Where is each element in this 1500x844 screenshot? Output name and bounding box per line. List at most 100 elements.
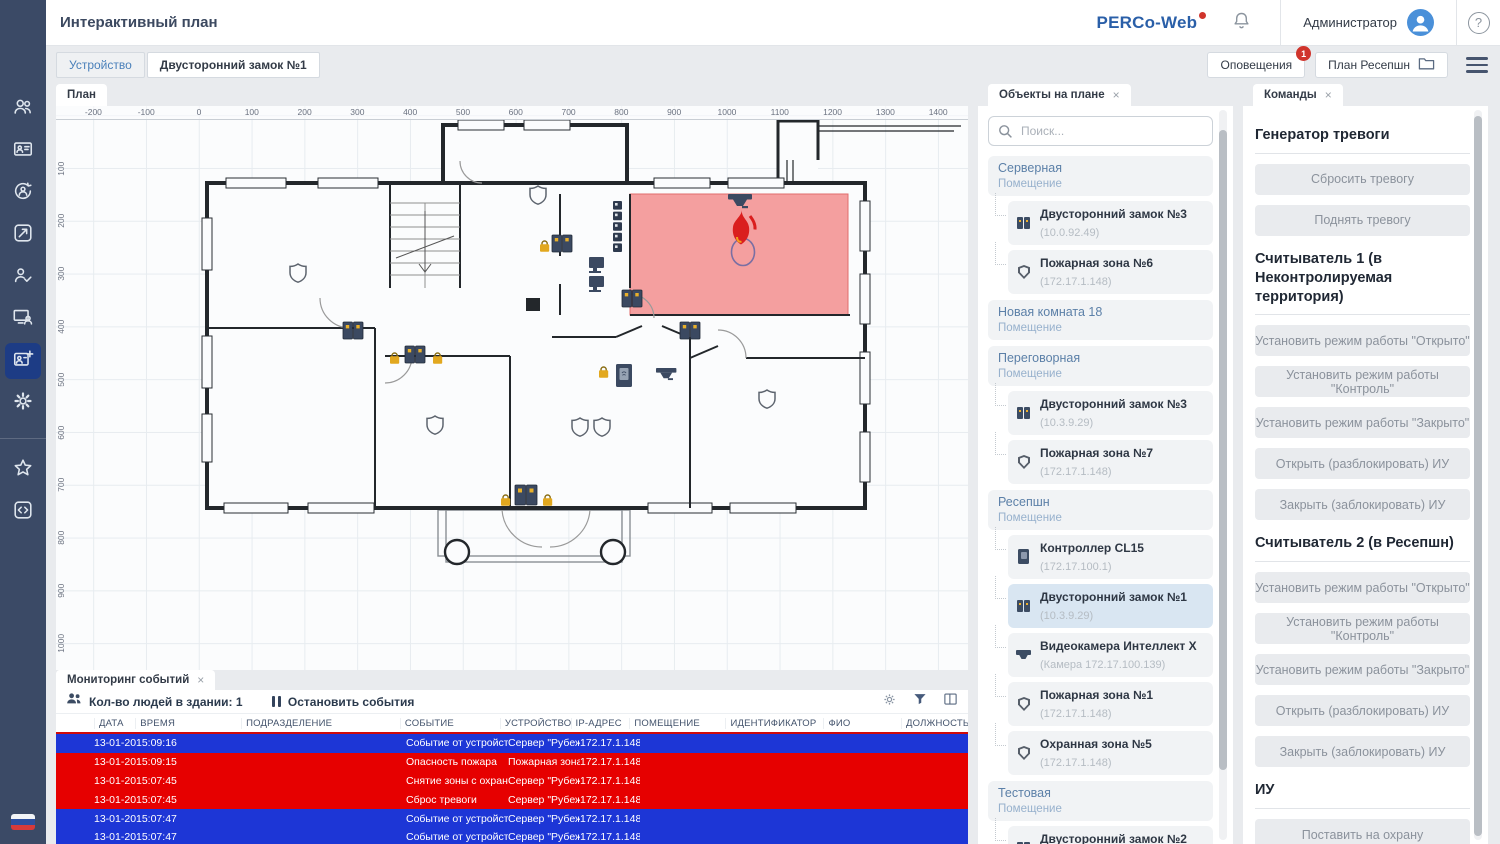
sidebar-item-staff[interactable] [5, 91, 41, 127]
columns-icon[interactable] [943, 692, 958, 711]
sidebar-item-verification[interactable] [5, 259, 41, 295]
sidebar-item-time-tracking[interactable] [5, 175, 41, 211]
command-button[interactable]: Сбросить тревогу [1255, 164, 1470, 195]
tree-section-header[interactable]: Серверная Помещение [988, 156, 1213, 196]
command-button[interactable]: Установить режим работы "Открыто" [1255, 572, 1470, 603]
gear-icon [12, 390, 34, 417]
sidebar-item-video-monitoring[interactable] [5, 301, 41, 337]
tree-item[interactable]: Двусторонний замок №2 (10.0.92.49) [1008, 826, 1213, 844]
sidebar-item-badges[interactable] [5, 133, 41, 169]
event-row[interactable]: 13-01-202515:07:45Снятие зоны с охраныСе… [56, 772, 968, 791]
tree-item[interactable]: Пожарная зона №6 (172.17.1.148) [1008, 250, 1213, 294]
ruler-tick-label: -200 [67, 106, 120, 119]
column-header[interactable]: ФИО [823, 718, 900, 729]
tree-item-icon [1016, 647, 1032, 663]
user-menu[interactable]: Администратор [1280, 0, 1456, 45]
sidebar-item-settings[interactable] [5, 385, 41, 421]
tree-item[interactable]: Контроллер CL15 (172.17.100.1) [1008, 535, 1213, 579]
command-button[interactable]: Закрыть (заблокировать) ИУ [1255, 736, 1470, 767]
device-tab[interactable]: Устройство [56, 52, 145, 78]
sidebar-item-access[interactable] [5, 217, 41, 253]
event-cell: Сервер "Рубеж" [508, 794, 580, 806]
plan-canvas[interactable]: -200-10001002003004005006007008009001000… [56, 106, 968, 844]
ruler-tick-label: 700 [56, 458, 69, 511]
column-header[interactable]: ДАТА [94, 718, 135, 729]
close-icon[interactable]: × [1113, 88, 1120, 102]
event-cell: 172.17.1.148 [580, 737, 640, 749]
column-header[interactable]: IP-АДРЕС [571, 718, 630, 729]
tree-section-header[interactable]: Переговорная Помещение [988, 346, 1213, 386]
stop-events-button[interactable]: Остановить события [288, 695, 414, 709]
command-button[interactable]: Открыть (разблокировать) ИУ [1255, 695, 1470, 726]
ruler-tick-label: 1300 [859, 106, 912, 119]
command-button[interactable]: Открыть (разблокировать) ИУ [1255, 448, 1470, 479]
ruler-top: -200-10001002003004005006007008009001000… [56, 106, 968, 120]
commands-tab[interactable]: Команды× [1253, 84, 1343, 106]
monitoring-tab[interactable]: Мониторинг событий× [56, 670, 215, 690]
command-button[interactable]: Поставить на охрану [1255, 819, 1470, 844]
menu-icon[interactable] [1466, 57, 1488, 73]
scrollbar[interactable] [1219, 110, 1227, 840]
commands-list: Генератор тревоги Сбросить тревогуПоднят… [1243, 106, 1488, 844]
column-header[interactable]: ИДЕНТИФИКАТОР [725, 718, 823, 729]
column-header[interactable]: ВРЕМЯ [135, 718, 241, 729]
objects-tab[interactable]: Объекты на плане× [988, 84, 1131, 106]
sidebar-item-favorites[interactable] [5, 452, 41, 488]
tree-section-header[interactable]: Новая комната 18 Помещение [988, 300, 1213, 340]
command-button[interactable]: Установить режим работы "Контроль" [1255, 366, 1470, 397]
search-input[interactable] [988, 116, 1213, 146]
folder-icon [1418, 56, 1435, 74]
column-header[interactable]: СОБЫТИЕ [400, 718, 500, 729]
event-row[interactable]: 13-01-202515:07:47Событие от устройстваС… [56, 809, 968, 828]
scrollbar[interactable] [1474, 110, 1482, 840]
command-button[interactable]: Установить режим работы "Открыто" [1255, 325, 1470, 356]
close-icon[interactable]: × [1325, 88, 1332, 102]
tree-item[interactable]: Пожарная зона №7 (172.17.1.148) [1008, 440, 1213, 484]
sidebar-item-integration[interactable] [5, 494, 41, 530]
tree-item[interactable]: Двусторонний замок №3 (10.3.9.29) [1008, 391, 1213, 435]
fingerprint-reader-icon[interactable] [616, 364, 632, 387]
bell-icon[interactable] [1231, 10, 1252, 36]
tree-item[interactable]: Пожарная зона №1 (172.17.1.148) [1008, 682, 1213, 726]
ruler-tick-label: 200 [56, 194, 69, 247]
command-button[interactable]: Закрыть (заблокировать) ИУ [1255, 489, 1470, 520]
russian-flag-icon[interactable] [11, 814, 35, 830]
plan-objects-panel: Объекты на плане× Серверная Помещение [978, 84, 1233, 844]
event-cell: 15:09:15 [136, 756, 244, 768]
tree-section-header[interactable]: Тестовая Помещение [988, 781, 1213, 821]
fire-alarm-room[interactable] [630, 194, 848, 315]
column-header[interactable]: ДОЛЖНОСТЬ [901, 718, 968, 729]
tree-section-header[interactable]: Ресепшн Помещение [988, 490, 1213, 530]
ruler-tick-label: 500 [437, 106, 490, 119]
event-row[interactable]: 13-01-202515:07:47Событие от устройстваС… [56, 828, 968, 844]
plan-select-button[interactable]: План Ресепшн [1315, 52, 1448, 78]
event-cell: Событие от устройства [406, 737, 508, 749]
command-button[interactable]: Установить режим работы "Контроль" [1255, 613, 1470, 644]
filter-icon[interactable] [913, 692, 927, 711]
help-button[interactable]: ? [1456, 0, 1500, 45]
column-header[interactable]: ПОМЕЩЕНИЕ [629, 718, 725, 729]
settings-gear-icon[interactable] [882, 692, 897, 712]
device-tabs-bar: УстройствоДвусторонний замок №1 Оповещен… [46, 46, 1500, 84]
close-icon[interactable]: × [197, 673, 204, 687]
event-row[interactable]: 13-01-202515:09:16Событие от устройстваС… [56, 734, 968, 753]
ruler-tick-label: 1000 [56, 617, 69, 670]
command-button[interactable]: Установить режим работы "Закрыто" [1255, 407, 1470, 438]
tree-item[interactable]: Охранная зона №5 (172.17.1.148) [1008, 731, 1213, 775]
sidebar-item-plans[interactable] [5, 343, 41, 379]
column-header[interactable]: УСТРОЙСТВО [500, 718, 571, 729]
question-icon: ? [1468, 12, 1490, 34]
device-tab[interactable]: Двусторонний замок №1 [147, 52, 320, 78]
event-row[interactable]: 13-01-202515:07:45Сброс тревогиСервер "Р… [56, 790, 968, 809]
event-row[interactable]: 13-01-202515:09:15Опасность пожараПожарн… [56, 753, 968, 772]
plan-tab[interactable]: План [56, 84, 107, 106]
notifications-button[interactable]: Оповещения 1 [1207, 52, 1305, 78]
tree-item[interactable]: Двусторонний замок №1 (10.3.9.29) [1008, 584, 1213, 628]
command-button[interactable]: Установить режим работы "Закрыто" [1255, 654, 1470, 685]
ruler-tick-label: 1200 [806, 106, 859, 119]
tree-item[interactable]: Двусторонний замок №3 (10.0.92.49) [1008, 201, 1213, 245]
pause-icon[interactable] [272, 696, 281, 707]
tree-item[interactable]: Видеокамера Интеллект X (Камера 172.17.1… [1008, 633, 1213, 677]
column-header[interactable]: ПОДРАЗДЕЛЕНИЕ [241, 718, 400, 729]
command-button[interactable]: Поднять тревогу [1255, 205, 1470, 236]
